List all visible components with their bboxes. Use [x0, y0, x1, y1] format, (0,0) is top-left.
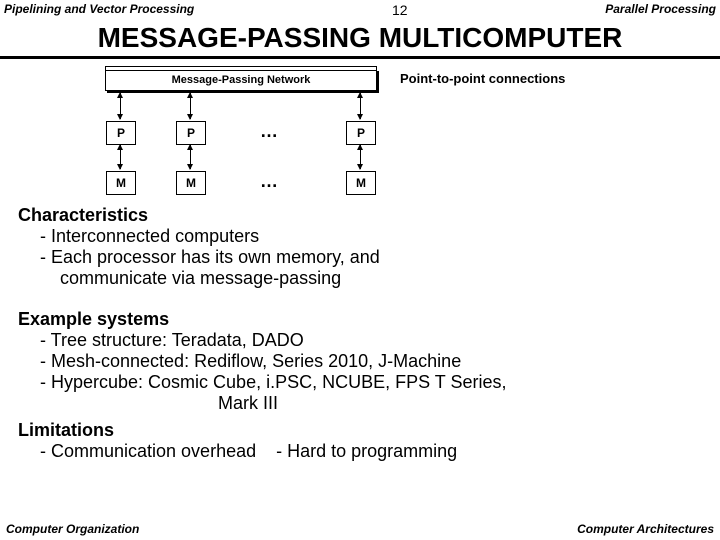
characteristics-item-cont: communicate via message-passing — [60, 268, 702, 289]
ellipsis: … — [260, 121, 278, 142]
arrow-p-m1 — [120, 145, 121, 169]
arrow-p-mn — [360, 145, 361, 169]
slide-body: Characteristics - Interconnected compute… — [0, 205, 720, 462]
characteristics-item: - Each processor has its own memory, and — [40, 247, 702, 268]
memory-node: M — [346, 171, 376, 195]
arrow-net-p2 — [190, 93, 191, 119]
memory-node: M — [176, 171, 206, 195]
limitations-line: - Communication overhead - Hard to progr… — [40, 441, 702, 462]
processor-node: P — [106, 121, 136, 145]
characteristics-heading: Characteristics — [18, 205, 702, 226]
arrow-net-p1 — [120, 93, 121, 119]
limitations-heading: Limitations — [18, 420, 702, 441]
arrow-p-m2 — [190, 145, 191, 169]
title-rule — [0, 56, 720, 59]
processor-node: P — [176, 121, 206, 145]
limitations-item: - Hard to programming — [276, 441, 457, 461]
arrow-net-pn — [360, 93, 361, 119]
examples-item: - Tree structure: Teradata, DADO — [40, 330, 702, 351]
slide-header: Pipelining and Vector Processing 12 Para… — [0, 0, 720, 18]
header-left: Pipelining and Vector Processing — [4, 2, 194, 16]
examples-item-cont: Mark III — [218, 393, 702, 414]
slide-footer: Computer Organization Computer Architect… — [0, 522, 720, 536]
footer-left: Computer Organization — [6, 522, 139, 536]
examples-heading: Example systems — [18, 309, 702, 330]
header-right: Parallel Processing — [605, 2, 716, 16]
footer-right: Computer Architectures — [577, 522, 714, 536]
memory-node: M — [106, 171, 136, 195]
ellipsis: … — [260, 171, 278, 192]
page-number: 12 — [392, 2, 408, 18]
slide-title: MESSAGE-PASSING MULTICOMPUTER — [0, 22, 720, 54]
limitations-item: - Communication overhead — [40, 441, 256, 461]
examples-item: - Mesh-connected: Rediflow, Series 2010,… — [40, 351, 702, 372]
architecture-diagram: Message-Passing Network Point-to-point c… — [80, 69, 480, 199]
examples-item: - Hypercube: Cosmic Cube, i.PSC, NCUBE, … — [40, 372, 702, 393]
processor-node: P — [346, 121, 376, 145]
network-box: Message-Passing Network — [105, 69, 377, 91]
ptp-label: Point-to-point connections — [400, 71, 565, 86]
characteristics-item: - Interconnected computers — [40, 226, 702, 247]
